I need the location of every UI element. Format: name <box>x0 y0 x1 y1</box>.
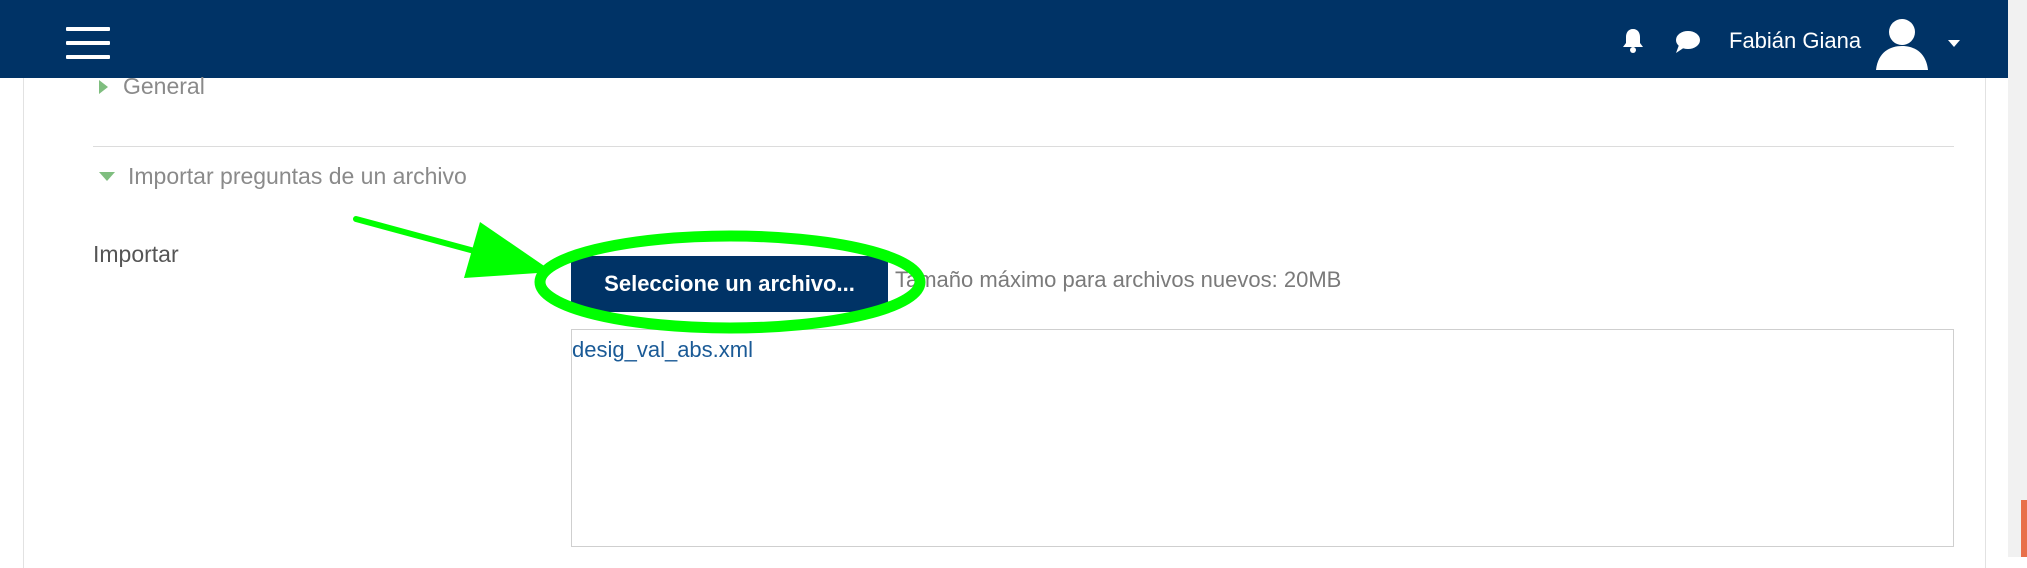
selected-file-link[interactable]: desig_val_abs.xml <box>572 337 753 363</box>
section-import-label: Importar preguntas de un archivo <box>128 163 467 189</box>
max-file-size-text: Tamaño máximo para archivos nuevos: 20MB <box>895 267 1342 292</box>
chat-icon[interactable] <box>1673 28 1701 56</box>
section-general[interactable]: General <box>99 73 205 100</box>
choose-file-button[interactable]: Seleccione un archivo... <box>571 256 888 312</box>
import-field-label: Importar <box>93 241 179 267</box>
scrollbar-thumb[interactable] <box>2021 500 2027 557</box>
caret-down-icon[interactable] <box>1947 36 1961 47</box>
menu-icon[interactable] <box>66 27 110 61</box>
avatar-icon[interactable] <box>1874 14 1930 70</box>
bell-icon[interactable] <box>1619 26 1647 54</box>
section-divider <box>93 146 1954 147</box>
file-drop-area[interactable] <box>571 329 1954 547</box>
caret-right-icon <box>99 79 108 94</box>
section-import[interactable]: Importar preguntas de un archivo <box>99 163 467 190</box>
scrollbar[interactable] <box>2008 0 2027 557</box>
top-navbar: Fabián Giana <box>0 0 2008 78</box>
section-general-label: General <box>123 73 205 99</box>
caret-down-icon <box>99 172 115 181</box>
user-name[interactable]: Fabián Giana <box>1729 28 1861 54</box>
